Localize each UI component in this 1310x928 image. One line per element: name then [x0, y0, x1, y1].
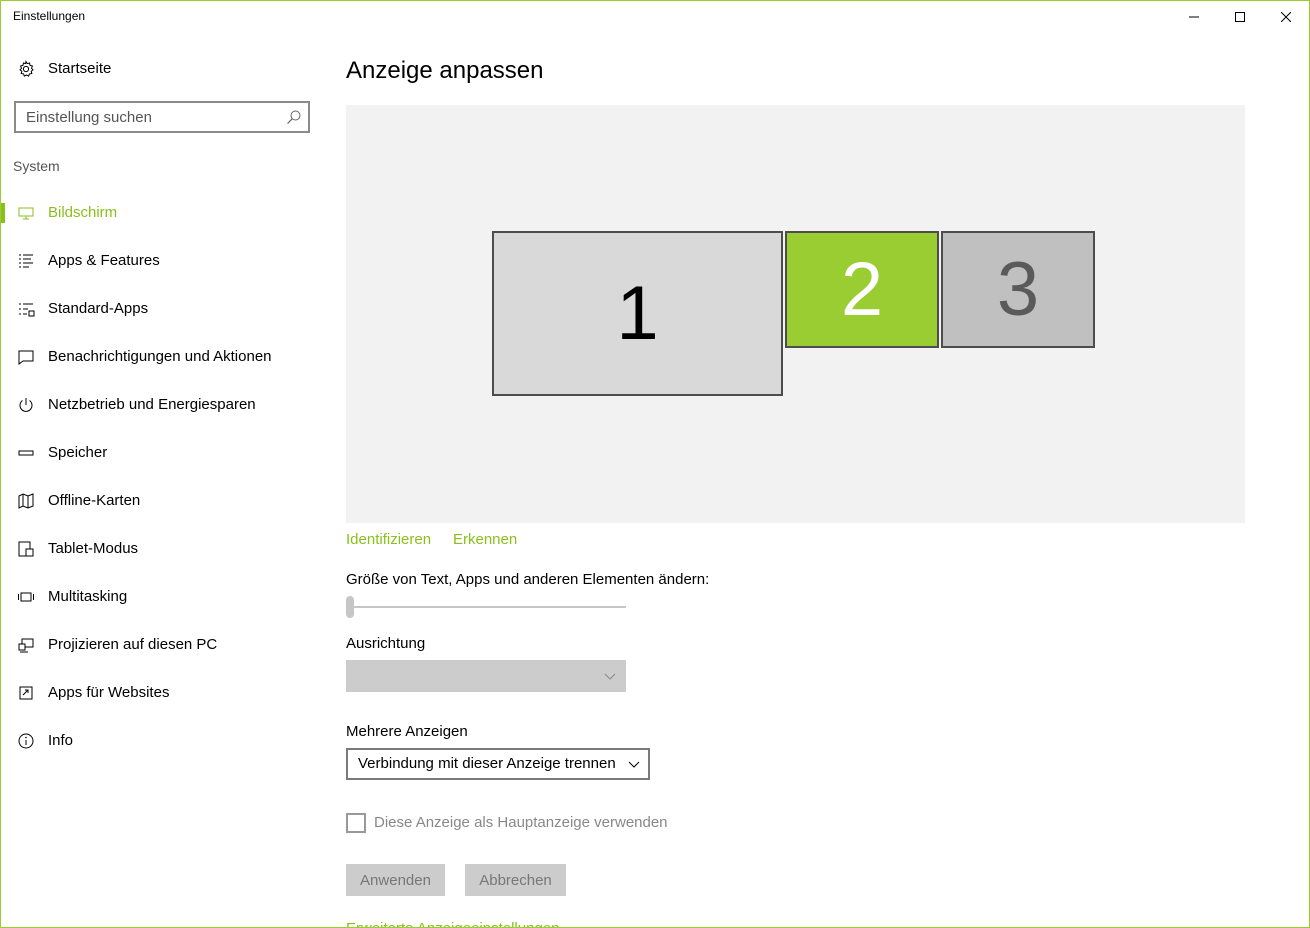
sidebar: Startseite System Bildschirm Apps & Feat… [1, 33, 323, 927]
page-title: Anzeige anpassen [346, 57, 544, 84]
maximize-button[interactable] [1217, 1, 1263, 33]
minimize-icon [1189, 16, 1199, 18]
power-icon [16, 395, 36, 415]
sidebar-item-label: Bildschirm [48, 204, 118, 221]
main-content: Anzeige anpassen 1 2 3 Identifizieren Er… [346, 33, 1306, 927]
home-label: Startseite [48, 60, 112, 77]
sidebar-item-label: Offline-Karten [48, 492, 141, 509]
scale-label: Größe von Text, Apps und anderen Element… [346, 571, 710, 588]
slider-track [346, 606, 626, 608]
main-display-checkbox-label: Diese Anzeige als Hauptanzeige verwenden [374, 814, 668, 831]
sidebar-item-label: Multitasking [48, 588, 128, 605]
sidebar-item-netzbetrieb[interactable]: Netzbetrieb und Energiesparen [1, 383, 323, 427]
monitor-icon [16, 203, 36, 223]
sidebar-item-benachrichtigungen[interactable]: Benachrichtigungen und Aktionen [1, 335, 323, 379]
sidebar-item-multitasking[interactable]: Multitasking [1, 575, 323, 619]
multi-display-value: Verbindung mit dieser Anzeige trennen [358, 755, 616, 772]
chevron-down-icon [604, 673, 616, 680]
active-indicator [1, 203, 5, 223]
sidebar-item-label: Netzbetrieb und Energiesparen [48, 396, 256, 413]
close-button[interactable] [1263, 1, 1309, 33]
sidebar-item-tablet-modus[interactable]: Tablet-Modus [1, 527, 323, 571]
sidebar-home[interactable]: Startseite [1, 49, 323, 89]
default-apps-icon [16, 299, 36, 319]
apps-websites-icon [16, 683, 36, 703]
sidebar-item-label: Info [48, 732, 74, 749]
sidebar-item-label: Benachrichtigungen und Aktionen [48, 348, 272, 365]
window-title: Einstellungen [13, 9, 86, 23]
maximize-icon [1235, 12, 1245, 22]
orientation-dropdown[interactable] [346, 660, 626, 692]
sidebar-item-label: Projizieren auf diesen PC [48, 636, 218, 653]
gear-icon [16, 59, 36, 79]
sidebar-item-label: Tablet-Modus [48, 540, 139, 557]
section-title: System [13, 158, 60, 174]
scale-slider[interactable] [346, 595, 626, 619]
sidebar-item-bildschirm[interactable]: Bildschirm [1, 191, 323, 235]
multi-display-dropdown[interactable]: Verbindung mit dieser Anzeige trennen [346, 748, 650, 780]
sidebar-item-speicher[interactable]: Speicher [1, 431, 323, 475]
search-input[interactable] [16, 103, 276, 131]
sidebar-item-info[interactable]: Info [1, 719, 323, 763]
identify-link[interactable]: Identifizieren [346, 531, 431, 548]
slider-thumb[interactable] [346, 596, 354, 618]
sidebar-item-label: Apps für Websites [48, 684, 170, 701]
multitasking-icon [16, 587, 36, 607]
close-icon [1281, 12, 1291, 22]
monitor-1[interactable]: 1 [492, 231, 783, 396]
search-box[interactable] [14, 101, 310, 133]
sidebar-item-label: Speicher [48, 444, 108, 461]
main-display-option[interactable]: Diese Anzeige als Hauptanzeige verwenden [346, 813, 746, 835]
sidebar-item-apps-features[interactable]: Apps & Features [1, 239, 323, 283]
orientation-label: Ausrichtung [346, 635, 426, 652]
sidebar-item-projizieren[interactable]: Projizieren auf diesen PC [1, 623, 323, 667]
detect-link[interactable]: Erkennen [453, 531, 517, 548]
main-display-checkbox[interactable] [346, 813, 366, 833]
project-icon [16, 635, 36, 655]
settings-window: Einstellungen Startseite Einstellung suc… [0, 0, 1310, 928]
display-arrangement-area: 1 2 3 [346, 105, 1245, 523]
title-bar: Einstellungen [1, 1, 1309, 33]
chevron-down-icon [628, 761, 640, 768]
search-icon[interactable] [286, 109, 302, 125]
tablet-icon [16, 539, 36, 559]
advanced-settings-link[interactable]: Erweiterte Anzeigeeinstellungen [346, 920, 559, 927]
list-icon [16, 251, 36, 271]
apply-button[interactable]: Anwenden [346, 864, 445, 896]
sidebar-item-label: Standard-Apps [48, 300, 149, 317]
minimize-button[interactable] [1171, 1, 1217, 33]
cancel-button[interactable]: Abbrechen [465, 864, 566, 896]
monitor-2[interactable]: 2 [785, 231, 939, 348]
notification-icon [16, 347, 36, 367]
sidebar-item-label: Apps & Features [48, 252, 160, 269]
info-icon [16, 731, 36, 751]
sidebar-item-apps-websites[interactable]: Apps für Websites [1, 671, 323, 715]
monitor-3[interactable]: 3 [941, 231, 1095, 348]
storage-icon [16, 443, 36, 463]
map-icon [16, 491, 36, 511]
multi-display-label: Mehrere Anzeigen [346, 723, 468, 740]
sidebar-item-standard-apps[interactable]: Standard-Apps [1, 287, 323, 331]
sidebar-item-offline-karten[interactable]: Offline-Karten [1, 479, 323, 523]
